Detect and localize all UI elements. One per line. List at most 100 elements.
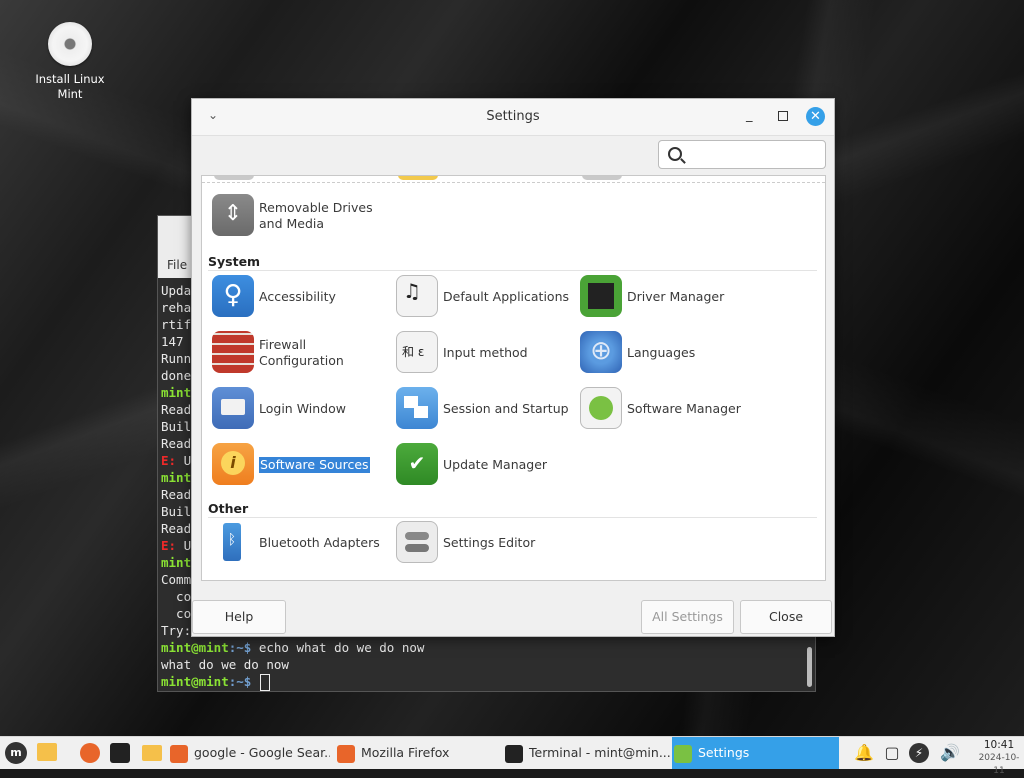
prompt-path: :~$ — [228, 640, 259, 655]
taskbar-window-terminal[interactable]: Terminal - mint@min... — [505, 737, 670, 769]
section-divider — [208, 270, 817, 271]
driver-chip-icon — [580, 275, 622, 317]
item-label: Driver Manager — [627, 289, 725, 304]
settings-title: Settings — [486, 109, 540, 124]
settings-item-login-window[interactable]: Login Window — [212, 387, 390, 431]
terminal-line-prefix: mint — [161, 470, 192, 485]
partial-icon — [398, 176, 438, 180]
settings-item-software-manager[interactable]: Software Manager — [580, 387, 758, 431]
settings-item-removable-drives[interactable]: Removable Drives and Media — [212, 194, 390, 238]
terminal-menu-file[interactable]: File — [167, 258, 187, 272]
desktop-icon-label: Install Linux Mint — [35, 72, 105, 101]
taskbar-window-firefox[interactable]: Mozilla Firefox — [337, 737, 497, 769]
terminal-line-text: reha — [161, 300, 192, 315]
display-icon[interactable]: ▢ — [882, 743, 902, 763]
settings-item-driver-manager[interactable]: Driver Manager — [580, 275, 758, 319]
accessibility-icon — [212, 275, 254, 317]
settings-item-software-sources[interactable]: Software Sources — [212, 443, 390, 487]
firefox-icon[interactable] — [80, 743, 100, 763]
settings-item-accessibility[interactable]: Accessibility — [212, 275, 390, 319]
terminal-line-text: Upda — [161, 283, 192, 298]
taskbar-window-label: Terminal - mint@min... — [529, 745, 670, 760]
info-icon — [212, 443, 254, 485]
terminal-line-text: Runn — [161, 351, 192, 366]
prompt-path: :~$ — [228, 674, 259, 689]
settings-item-session-startup[interactable]: Session and Startup — [396, 387, 574, 431]
settings-item-settings-editor[interactable]: Settings Editor — [396, 521, 574, 565]
terminal-line-text: Buil — [161, 419, 192, 434]
terminal-line-text: co — [161, 606, 192, 621]
prompt-user: mint@mint — [161, 640, 229, 655]
terminal-line-text: 147 — [161, 334, 192, 349]
shield-check-icon — [396, 443, 438, 485]
terminal-line-text: Read — [161, 521, 192, 536]
terminal-launcher-icon[interactable] — [110, 743, 130, 763]
terminal-line-text: Try: — [161, 623, 192, 638]
terminal-cursor — [259, 674, 270, 691]
terminal-icon — [505, 744, 523, 763]
bluetooth-icon — [212, 521, 254, 563]
terminal-line-prefix: E: — [161, 453, 177, 468]
section-other: Other — [208, 501, 249, 516]
settings-window[interactable]: ⌄ Settings _ ✕ Removable Drives and Medi… — [191, 98, 835, 637]
terminal-line-text: Read — [161, 402, 192, 417]
item-label: Default Applications — [443, 289, 570, 304]
terminal-line-text: co — [161, 589, 192, 604]
item-label: Accessibility — [259, 289, 336, 304]
section-system: System — [208, 254, 261, 269]
help-button[interactable]: Help — [192, 600, 286, 634]
settings-icon — [674, 744, 692, 763]
files-folder-icon[interactable] — [37, 743, 57, 761]
terminal-command-output: what do we do now — [161, 657, 289, 672]
all-settings-button[interactable]: All Settings — [641, 600, 734, 634]
item-label: Languages — [627, 345, 696, 360]
folder-launcher-icon[interactable] — [142, 745, 162, 761]
settings-item-firewall[interactable]: Firewall Configuration — [212, 331, 390, 375]
settings-item-bluetooth[interactable]: Bluetooth Adapters — [212, 521, 390, 565]
close-icon[interactable]: ✕ — [806, 107, 825, 126]
settings-item-languages[interactable]: Languages — [580, 331, 758, 375]
terminal-line-prefix: mint — [161, 385, 192, 400]
settings-item-input-method[interactable]: Input method — [396, 331, 574, 375]
notifications-bell-icon[interactable]: 🔔 — [854, 743, 874, 763]
item-label: Software Manager — [627, 401, 741, 416]
settings-item-default-applications[interactable]: Default Applications — [396, 275, 574, 319]
taskbar-window-label: Settings — [698, 745, 750, 760]
terminal-scroll-thumb[interactable] — [807, 647, 812, 687]
login-window-icon — [212, 387, 254, 429]
toggle-switches-icon — [396, 521, 438, 563]
usb-icon — [212, 194, 254, 236]
item-label: Input method — [443, 345, 528, 360]
settings-titlebar[interactable]: ⌄ Settings _ ✕ — [192, 99, 834, 136]
default-applications-icon — [396, 275, 438, 317]
minimize-icon[interactable]: _ — [746, 108, 753, 123]
taskbar-window-settings[interactable]: Settings — [672, 737, 839, 769]
terminal-line-prefix: mint — [161, 555, 192, 570]
search-icon — [668, 147, 682, 161]
menu-launcher-icon[interactable]: m — [5, 742, 27, 764]
power-icon[interactable]: ⚡ — [909, 743, 929, 763]
terminal-line-text: U — [176, 453, 192, 468]
clock-date: 2024-10-11 — [978, 753, 1020, 776]
close-button[interactable]: Close — [740, 600, 832, 634]
terminal-line-text: rtif — [161, 317, 192, 332]
search-input[interactable] — [658, 140, 826, 169]
section-divider — [208, 517, 817, 518]
item-label: Removable Drives and Media — [259, 200, 373, 231]
terminal-line-text: Read — [161, 487, 192, 502]
item-label: Session and Startup — [443, 401, 569, 416]
partial-icon — [214, 176, 254, 180]
clock[interactable]: 10:41 2024-10-11 — [976, 739, 1022, 778]
terminal-line-text: Read — [161, 436, 192, 451]
taskbar-window-label: google - Google Sear... — [194, 745, 330, 760]
globe-icon — [580, 331, 622, 373]
install-linux-mint-desktop-icon[interactable]: Install Linux Mint — [30, 22, 110, 102]
terminal-line-text: U — [176, 538, 192, 553]
firefox-icon — [170, 744, 188, 763]
maximize-icon[interactable] — [778, 111, 788, 121]
taskbar-window-google[interactable]: google - Google Sear... — [170, 737, 330, 769]
firefox-icon — [337, 744, 355, 763]
settings-item-update-manager[interactable]: Update Manager — [396, 443, 574, 487]
volume-icon[interactable]: 🔊 — [940, 743, 960, 763]
taskbar: m google - Google Sear... Mozilla Firefo… — [0, 736, 1024, 776]
